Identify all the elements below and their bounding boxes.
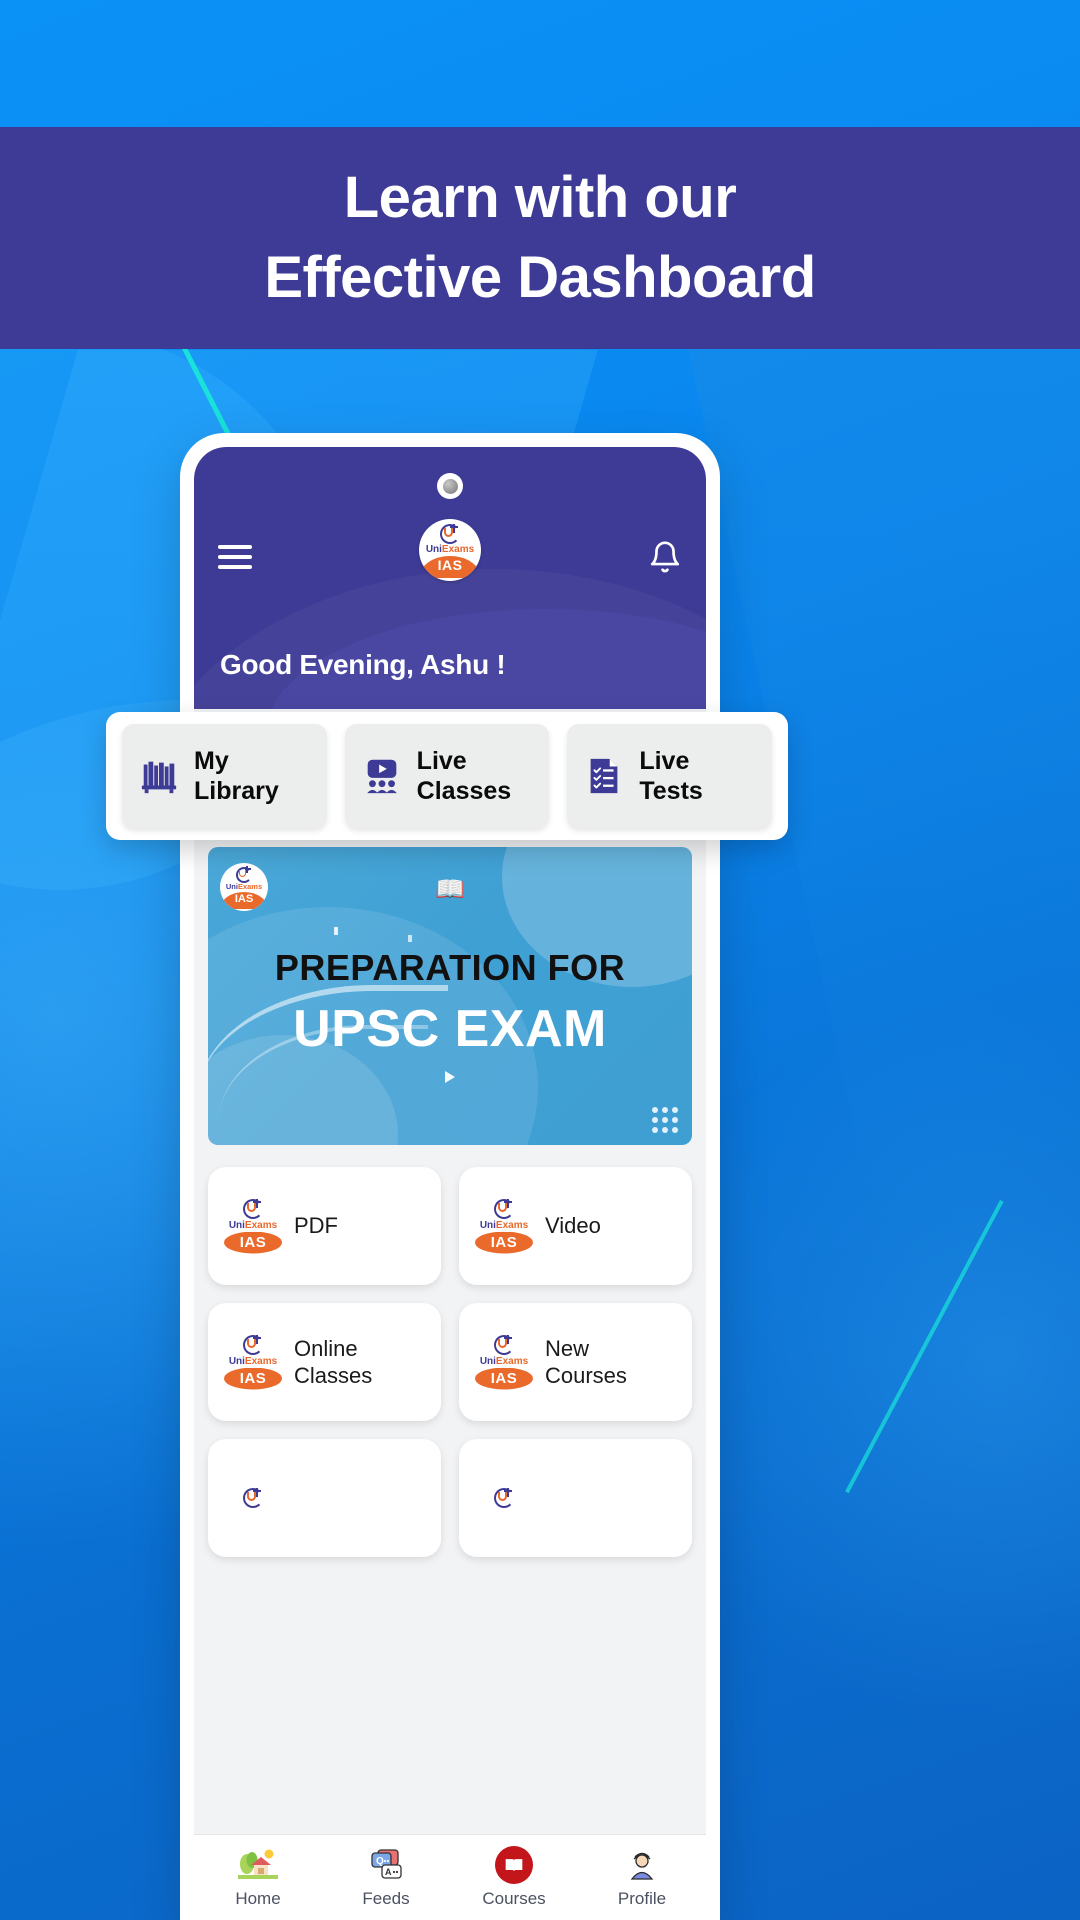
card-label: Video (545, 1212, 601, 1239)
quick-action-label-line-1: My (194, 747, 229, 775)
headline-line-2: Effective Dashboard (264, 245, 816, 310)
front-camera (437, 473, 463, 499)
phone-screen: UniExams IAS Good Evening, Ashu ! UniExa… (194, 447, 706, 1920)
card-logo: UniExams IAS (475, 1198, 533, 1254)
banner-speck-2 (408, 935, 412, 942)
feature-card-grid: UniExams IAS PDF UniExams IAS Video UniE… (208, 1167, 692, 1557)
open-book-icon: 📖 (435, 876, 465, 903)
card-logo: UniExams IAS (475, 1334, 533, 1390)
banner-logo: UniExams IAS (220, 863, 268, 911)
headline-banner: Learn with our Effective Dashboard (0, 127, 1080, 349)
qa-chat-icon: Q A (366, 1846, 406, 1884)
card-logo-mark-icon (243, 1198, 263, 1219)
card-logo-wordmark: UniExams (479, 1219, 529, 1231)
banner-title-main: UPSC EXAM (293, 1000, 607, 1058)
card-logo-wordmark: UniExams (228, 1355, 278, 1367)
card-logo-wordmark: UniExams (479, 1355, 529, 1367)
book-icon (495, 1846, 533, 1884)
app-body: UniExams IAS 📖 PREPARATION FOR UPSC EXAM (194, 709, 706, 1834)
feature-card-online-classes[interactable]: UniExams IAS Online Classes (208, 1303, 441, 1421)
checklist-document-icon (581, 755, 627, 797)
card-logo-wordmark: UniExams (228, 1219, 278, 1231)
app-header: UniExams IAS Good Evening, Ashu ! (194, 447, 706, 709)
banner-speck-1 (334, 927, 338, 935)
quick-action-label-line-1: Live (639, 747, 690, 775)
card-logo (224, 1488, 282, 1508)
nav-label: Profile (617, 1889, 667, 1908)
card-logo-mark-icon (494, 1488, 514, 1508)
quick-actions-card: My Library Live Classes Live Tests (106, 712, 788, 840)
card-label-line-1: Online (294, 1335, 358, 1361)
person-icon (622, 1846, 662, 1884)
feature-card-pdf[interactable]: UniExams IAS PDF (208, 1167, 441, 1285)
feature-card-new-courses[interactable]: UniExams IAS New Courses (459, 1303, 692, 1421)
card-label-line-2: Classes (294, 1363, 373, 1388)
quick-action-label-line-2: Library (194, 777, 279, 805)
headline-line-1: Learn with our (343, 164, 737, 230)
card-logo-mark-icon (494, 1198, 514, 1219)
card-label: Online Classes (294, 1335, 372, 1390)
card-logo-mark-icon (494, 1334, 514, 1355)
greeting-text: Good Evening, Ashu ! (220, 649, 506, 680)
card-label-line-1: PDF (294, 1213, 338, 1239)
feature-card-partial-right[interactable] (459, 1439, 692, 1557)
nav-item-profile[interactable]: Profile (578, 1846, 706, 1909)
card-label-line-1: Video (545, 1213, 601, 1239)
feature-card-video[interactable]: UniExams IAS Video (459, 1167, 692, 1285)
quick-action-live-classes[interactable]: Live Classes (344, 724, 550, 828)
card-logo-sub: IAS (475, 1367, 533, 1390)
banner-title-top: PREPARATION FOR (274, 947, 626, 988)
card-logo-sub: IAS (224, 1367, 282, 1390)
live-class-icon (359, 755, 405, 797)
quick-action-live-tests[interactable]: Live Tests (567, 724, 773, 828)
nav-label: Home (235, 1889, 281, 1908)
banner-logo-sub: IAS (220, 891, 268, 909)
card-logo-mark-icon (243, 1488, 263, 1508)
house-icon (238, 1846, 278, 1884)
card-logo-sub: IAS (475, 1231, 533, 1254)
quick-action-label: My Library (194, 746, 279, 806)
promo-banner[interactable]: UniExams IAS 📖 PREPARATION FOR UPSC EXAM (208, 847, 692, 1145)
bottom-navigation: Home Q A Feeds Courses Profile (194, 1834, 706, 1920)
hamburger-icon[interactable] (218, 545, 252, 569)
banner-dots-icon (652, 1107, 678, 1133)
quick-action-label: Live Classes (417, 746, 512, 806)
nav-item-home[interactable]: Home (194, 1846, 322, 1909)
quick-action-label: Live Tests (639, 746, 702, 806)
nav-label: Feeds (362, 1889, 410, 1908)
banner-logo-mark-icon (236, 866, 252, 883)
banner-logo-wordmark: UniExams (225, 882, 263, 891)
card-label-line-1: New (545, 1335, 590, 1361)
card-label-line-2: Courses (545, 1363, 627, 1388)
quick-action-my-library[interactable]: My Library (122, 724, 327, 828)
nav-item-feeds[interactable]: Q A Feeds (322, 1846, 450, 1909)
svg-text:A: A (385, 1867, 392, 1877)
card-label: PDF (294, 1212, 338, 1239)
card-label: New Courses (545, 1335, 627, 1390)
bookshelf-icon (136, 755, 182, 797)
card-logo: UniExams IAS (224, 1198, 282, 1254)
quick-action-label-line-2: Classes (416, 777, 512, 805)
card-logo-sub: IAS (224, 1231, 282, 1254)
quick-action-label-line-1: Live (416, 747, 467, 775)
nav-label: Courses (482, 1889, 546, 1908)
card-logo: UniExams IAS (224, 1334, 282, 1390)
quick-action-label-line-2: Tests (639, 777, 703, 805)
phone-mockup: UniExams IAS Good Evening, Ashu ! UniExa… (180, 433, 720, 1920)
app-header-row (194, 529, 706, 585)
card-logo (475, 1488, 533, 1508)
nav-item-courses[interactable]: Courses (450, 1846, 578, 1909)
feature-card-partial-left[interactable] (208, 1439, 441, 1557)
banner-play-icon (445, 1071, 455, 1083)
bell-icon[interactable] (648, 538, 682, 576)
card-logo-mark-icon (243, 1334, 263, 1355)
